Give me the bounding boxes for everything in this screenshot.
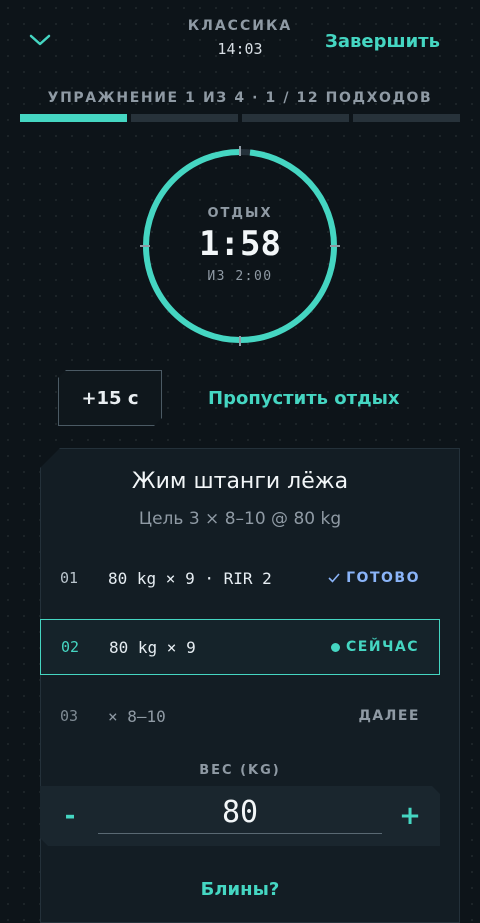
set-row-done[interactable]: 01 80 kg × 9 · RIR 2 ГОТОВО bbox=[40, 550, 440, 606]
set-description: × 8–10 bbox=[108, 706, 166, 726]
rest-label: ОТДЫХ bbox=[207, 206, 273, 221]
set-number: 01 bbox=[60, 569, 79, 587]
progress-bar bbox=[20, 114, 460, 122]
finish-button[interactable]: Завершить bbox=[325, 31, 440, 52]
progress-segment bbox=[20, 114, 127, 122]
set-status: ДАЛЕЕ bbox=[358, 708, 420, 724]
set-status: СЕЙЧАС bbox=[331, 639, 419, 655]
set-row-current[interactable]: 02 80 kg × 9 СЕЙЧАС bbox=[40, 619, 440, 675]
set-status-label: ДАЛЕЕ bbox=[358, 708, 420, 724]
set-status: ГОТОВО bbox=[328, 570, 420, 586]
set-description: 80 kg × 9 bbox=[109, 637, 196, 657]
progress-label: УПРАЖНЕНИЕ 1 ИЗ 4 · 1 / 12 ПОДХОДОВ bbox=[47, 90, 433, 106]
progress-segment bbox=[353, 114, 460, 122]
set-number: 02 bbox=[61, 638, 80, 656]
add-15-seconds-button[interactable]: +15 с bbox=[58, 370, 162, 426]
set-number: 03 bbox=[60, 707, 79, 725]
set-status-label: ГОТОВО bbox=[346, 570, 420, 586]
current-dot-icon bbox=[331, 642, 341, 652]
rest-total: ИЗ 2:00 bbox=[207, 269, 273, 284]
skip-rest-button[interactable]: Пропустить отдых bbox=[208, 388, 400, 409]
progress-segment bbox=[242, 114, 349, 122]
exercise-goal: Цель 3 × 8–10 @ 80 kg bbox=[138, 509, 342, 529]
set-row-next[interactable]: 03 × 8–10 ДАЛЕЕ bbox=[40, 688, 440, 744]
progress-segment bbox=[131, 114, 238, 122]
exercise-title: Жим штанги лёжа bbox=[131, 469, 349, 494]
weight-label: ВЕС (KG) bbox=[199, 763, 281, 778]
increase-weight-button[interactable]: + bbox=[398, 798, 422, 834]
set-description: 80 kg × 9 · RIR 2 bbox=[108, 568, 272, 588]
set-status-label: СЕЙЧАС bbox=[346, 639, 419, 655]
rest-countdown: 1:58 bbox=[199, 224, 281, 264]
plates-calculator-link[interactable]: Блины? bbox=[0, 879, 480, 900]
decrease-weight-button[interactable]: - bbox=[58, 798, 82, 834]
weight-input[interactable]: 80 bbox=[98, 795, 382, 834]
check-icon bbox=[328, 573, 340, 583]
